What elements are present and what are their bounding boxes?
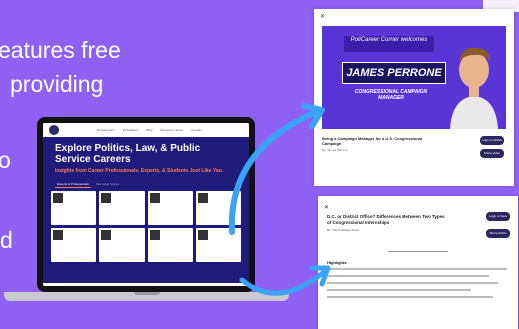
site-logo[interactable] — [49, 125, 59, 135]
login-to-save-button[interactable]: Login to Save Article — [486, 212, 510, 227]
tab-internship-stories[interactable]: Internship Stories — [94, 181, 121, 188]
nav-item-resource-library[interactable]: Resource Library — [160, 128, 183, 132]
article-body — [327, 268, 507, 303]
laptop-notch — [134, 292, 160, 295]
video-panel: ✕ PoliCareer Corner welcomes JAMES PERRO… — [314, 9, 514, 186]
article-panel: ✕ D.C. or District Office? Differences B… — [318, 196, 518, 329]
content-card[interactable] — [51, 228, 97, 262]
laptop-screen: Development Professions Blog Resource Li… — [37, 117, 255, 292]
nav-item-contact[interactable]: Contact — [191, 128, 201, 132]
nav-item-blog[interactable]: Blog — [146, 128, 152, 132]
card-thumbnail — [149, 193, 160, 203]
divider — [388, 251, 448, 252]
site-headline: Explore Politics, Law, & Public Service … — [55, 143, 201, 165]
content-card[interactable] — [51, 191, 97, 225]
card-thumbnail — [53, 193, 63, 203]
share-article-button[interactable]: Share Article — [486, 229, 510, 238]
content-card[interactable] — [147, 228, 193, 262]
arrow-to-article-icon — [239, 265, 331, 296]
article-author: By: The Pathways Team — [327, 228, 360, 232]
tab-experts[interactable]: Experts & Professionals — [55, 181, 91, 188]
speaker-role: CONGRESSIONAL CAMPAIGN MANAGER — [354, 89, 428, 101]
card-thumbnail — [101, 230, 112, 240]
speaker-photo — [450, 47, 498, 129]
card-thumbnail — [197, 193, 208, 203]
video-banner: PoliCareer Corner welcomes — [344, 36, 434, 52]
content-card[interactable] — [147, 191, 193, 225]
hero-line-3: o — [0, 147, 11, 173]
share-video-button[interactable]: Share Video — [480, 149, 504, 158]
content-card[interactable] — [99, 191, 145, 225]
nav-item-professions[interactable]: Professions — [123, 128, 139, 132]
card-grid — [51, 191, 241, 262]
nav-item-development[interactable]: Development — [97, 128, 115, 132]
website-screenshot: Development Professions Blog Resource Li… — [43, 123, 249, 286]
card-thumbnail — [149, 230, 160, 240]
hero-line-2: providing — [10, 71, 104, 97]
card-thumbnail — [197, 230, 208, 240]
login-to-watch-button[interactable]: Login to Watch Video — [480, 136, 504, 151]
hero-line-4: d — [0, 227, 13, 253]
content-card[interactable] — [99, 228, 145, 262]
article-title: D.C. or District Office? Differences Bet… — [327, 214, 445, 225]
video-thumbnail[interactable]: PoliCareer Corner welcomes JAMES PERRONE… — [322, 26, 506, 129]
arrow-to-video-icon — [228, 103, 325, 235]
laptop-mockup: Development Professions Blog Resource Li… — [4, 117, 289, 301]
site-tabs: Experts & Professionals Internship Stori… — [55, 181, 237, 188]
site-nav: Development Professions Blog Resource Li… — [43, 123, 249, 137]
card-thumbnail — [101, 193, 112, 203]
site-subhead: Insights from Career Professionals, Expe… — [55, 168, 224, 174]
speaker-name: JAMES PERRONE — [342, 62, 446, 84]
card-thumbnail — [53, 230, 63, 240]
video-title: Being a Campaign Manager for a U.S. Cong… — [322, 136, 423, 146]
close-icon[interactable]: ✕ — [320, 13, 325, 20]
